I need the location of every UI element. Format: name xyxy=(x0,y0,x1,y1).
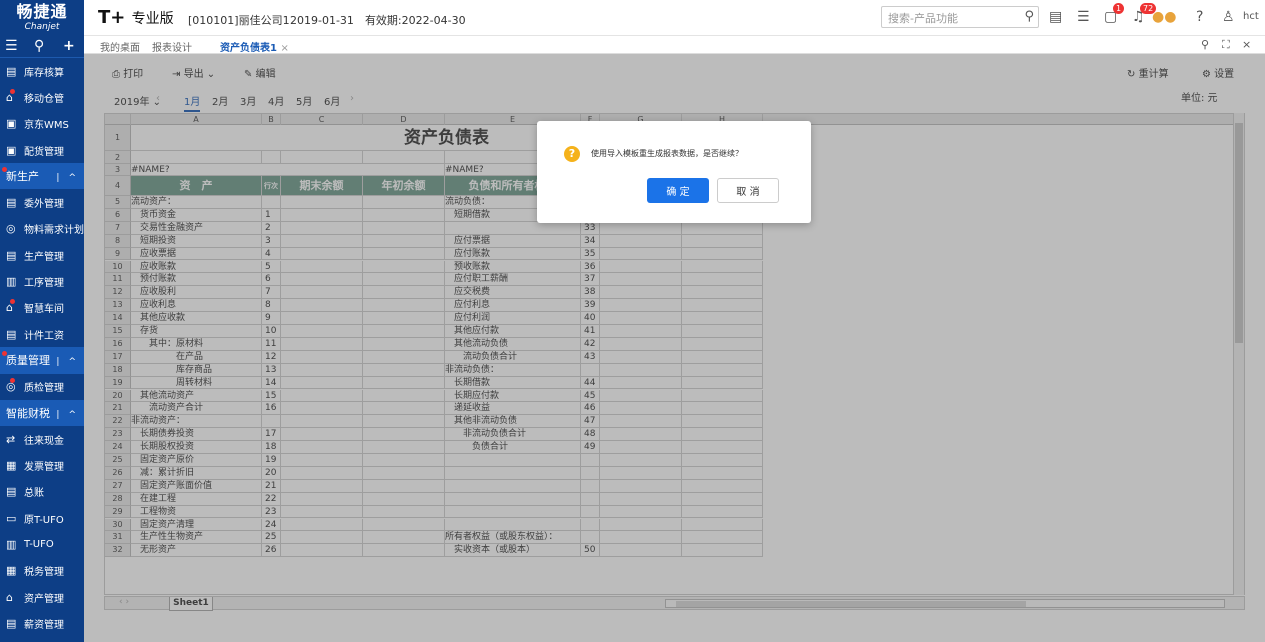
sidebar-item-3[interactable]: ▣ 配货管理 xyxy=(0,137,84,163)
search-input[interactable]: 搜索-产品功能 ⚲ xyxy=(881,6,1039,28)
sidebar-item-11[interactable]: 质量管理 | ^ xyxy=(0,347,84,374)
sidebar-item-21[interactable]: ▤ 薪资管理 xyxy=(0,610,84,636)
sidebar-item-icon: ▤ xyxy=(6,616,17,630)
sidebar-item-label: 物料需求计划 xyxy=(24,225,84,237)
sidebar-item-label: 配货管理 xyxy=(24,146,64,158)
chevron-up-icon[interactable]: | ^ xyxy=(56,407,76,420)
sidebar-item-label: 质检管理 xyxy=(24,383,64,395)
sidebar-item-8[interactable]: ▥ 工序管理 xyxy=(0,268,84,294)
sidebar-item-label: 智慧车间 xyxy=(24,304,64,316)
sidebar-item-label: 薪资管理 xyxy=(24,619,64,631)
sidebar-item-icon: ▤ xyxy=(6,196,17,210)
checklist-icon[interactable]: ☰ xyxy=(1077,9,1090,25)
sidebar-menu: ▤ 库存核算 ⌂ 移动仓管 ▣ 京东WMS ▣ 配货管理新生产 | ^ ▤ 委外管理 ◎ 物料需求计划 ▤… xyxy=(0,58,84,637)
sidebar-item-label: 智能财税 xyxy=(6,407,50,420)
user-name[interactable]: hct xyxy=(1243,11,1259,22)
sidebar-item-icon: ▭ xyxy=(6,511,17,525)
menu-icon[interactable]: ☰ xyxy=(5,38,18,54)
sidebar-item-0[interactable]: ▤ 库存核算 xyxy=(0,58,84,84)
sidebar-item-label: 质量管理 xyxy=(6,354,50,368)
sidebar-item-1[interactable]: ⌂ 移动仓管 xyxy=(0,84,84,110)
company-name[interactable]: [010101]丽佳公司1 xyxy=(188,12,290,28)
sidebar-item-icon: ▤ xyxy=(6,248,17,262)
sidebar-item-label: 原T-UFO xyxy=(24,514,64,526)
sidebar-item-icon: ▦ xyxy=(6,459,17,473)
message-badge: 1 xyxy=(1113,3,1125,14)
sidebar-item-10[interactable]: ▤ 计件工资 xyxy=(0,321,84,347)
sidebar-item-label: 发票管理 xyxy=(24,462,64,474)
sidebar-item-5[interactable]: ▤ 委外管理 xyxy=(0,189,84,215)
fullscreen-icon[interactable]: ⛶ xyxy=(1222,38,1230,52)
sidebar-item-icon: ▤ xyxy=(6,64,17,78)
sidebar-item-icon: ⌂ xyxy=(6,590,13,604)
sidebar-item-label: 总账 xyxy=(24,488,44,500)
sidebar-item-icon: ⌂ xyxy=(6,88,20,104)
sidebar-item-label: 委外管理 xyxy=(24,199,64,211)
close-tab-icon[interactable]: × xyxy=(280,43,288,54)
sidebar-item-13[interactable]: 智能财税 | ^ xyxy=(0,399,84,427)
sidebar-item-icon: ▤ xyxy=(6,485,17,499)
sidebar-item-icon: ⇄ xyxy=(6,432,16,446)
sidebar-item-18[interactable]: ▥ T-UFO xyxy=(0,531,84,557)
sidebar-item-icon: ▥ xyxy=(6,275,17,289)
sidebar-item-label: 新生产 xyxy=(6,170,39,184)
sidebar-item-16[interactable]: ▤ 总账 xyxy=(0,479,84,505)
sidebar-item-17[interactable]: ▭ 原T-UFO xyxy=(0,505,84,531)
add-icon[interactable]: + xyxy=(63,38,75,54)
help-icon[interactable]: ? xyxy=(1196,9,1203,25)
sidebar-item-icon: ⌂ xyxy=(6,299,20,314)
calculator-icon[interactable]: ▤ xyxy=(1049,9,1062,25)
sidebar-item-label: 税务管理 xyxy=(24,567,64,579)
sidebar-item-icon: ▥ xyxy=(6,537,17,551)
tab-search-icon[interactable]: ⚲ xyxy=(1201,38,1209,51)
sidebar-toolbar: ☰ ⚲ + xyxy=(0,36,84,58)
sidebar-item-label: 京东WMS xyxy=(24,120,69,132)
top-bar: 畅捷通 Chanjet T+ 专业版 [010101]丽佳公司1 2019-01… xyxy=(0,0,1265,36)
mascot-icon[interactable]: ●● xyxy=(1152,9,1176,25)
sidebar-item-20[interactable]: ⌂ 资产管理 xyxy=(0,584,84,610)
sidebar-item-label: 计件工资 xyxy=(24,330,64,342)
sidebar-item-19[interactable]: ▦ 税务管理 xyxy=(0,558,84,584)
sidebar-item-icon: ▣ xyxy=(6,143,17,157)
sidebar-item-label: 工序管理 xyxy=(24,278,64,290)
chanjet-logo[interactable]: 畅捷通 Chanjet xyxy=(0,0,84,36)
sidebar-item-4[interactable]: 新生产 | ^ xyxy=(0,163,84,190)
sidebar-item-12[interactable]: ◎ 质检管理 xyxy=(0,374,84,400)
confirm-dialog: ? 使用导入模板重生成报表数据，是否继续？ 确 定 取 消 xyxy=(537,121,811,223)
sidebar-item-label: 移动仓管 xyxy=(24,93,64,105)
warning-icon: ? xyxy=(564,146,580,162)
user-icon[interactable]: ♙ xyxy=(1222,9,1235,25)
sidebar: ☰ ⚲ + ▤ 库存核算 ⌂ 移动仓管 ▣ 京东WMS ▣ 配货管理新生产 | ^ ▤ 委外管理 ◎ 物… xyxy=(0,36,84,642)
sidebar-item-icon: ▤ xyxy=(6,327,17,341)
sidebar-search-icon[interactable]: ⚲ xyxy=(34,38,44,54)
sidebar-item-icon: ◎ xyxy=(6,222,16,236)
confirm-button[interactable]: 确 定 xyxy=(647,178,709,203)
sidebar-item-label: 生产管理 xyxy=(24,251,64,263)
tab-report-design[interactable]: 报表设计 xyxy=(152,39,192,54)
sidebar-item-2[interactable]: ▣ 京东WMS xyxy=(0,111,84,137)
product-brand: T+ 专业版 xyxy=(98,7,174,28)
sidebar-item-icon: ◎ xyxy=(6,378,16,394)
sidebar-item-label: T-UFO xyxy=(24,538,54,550)
close-all-icon[interactable]: × xyxy=(1242,38,1251,51)
chevron-up-icon[interactable]: | ^ xyxy=(56,354,76,367)
cancel-button[interactable]: 取 消 xyxy=(717,178,779,203)
dialog-message: 使用导入模板重生成报表数据，是否继续？ xyxy=(591,149,743,158)
sidebar-item-14[interactable]: ⇄ 往来现金 xyxy=(0,426,84,452)
chevron-up-icon[interactable]: | ^ xyxy=(56,170,76,183)
sidebar-item-icon: ▦ xyxy=(6,564,17,578)
sidebar-item-label: 往来现金 xyxy=(24,435,64,447)
page-tabs: 我的桌面 报表设计 资产负债表1 × ⚲ ⛶ × xyxy=(84,36,1265,58)
tab-desktop[interactable]: 我的桌面 xyxy=(100,39,140,54)
sidebar-item-label: 资产管理 xyxy=(24,593,64,605)
sidebar-item-6[interactable]: ◎ 物料需求计划 xyxy=(0,216,84,242)
sidebar-item-9[interactable]: ⌂ 智慧车间 xyxy=(0,295,84,321)
sidebar-item-15[interactable]: ▦ 发票管理 xyxy=(0,452,84,478)
sidebar-item-icon: ▣ xyxy=(6,117,17,131)
search-icon[interactable]: ⚲ xyxy=(1024,9,1034,24)
login-date: 2019-01-31 有效期:2022-04-30 xyxy=(290,14,466,27)
sidebar-item-label: 库存核算 xyxy=(24,67,64,79)
sidebar-item-7[interactable]: ▤ 生产管理 xyxy=(0,242,84,268)
